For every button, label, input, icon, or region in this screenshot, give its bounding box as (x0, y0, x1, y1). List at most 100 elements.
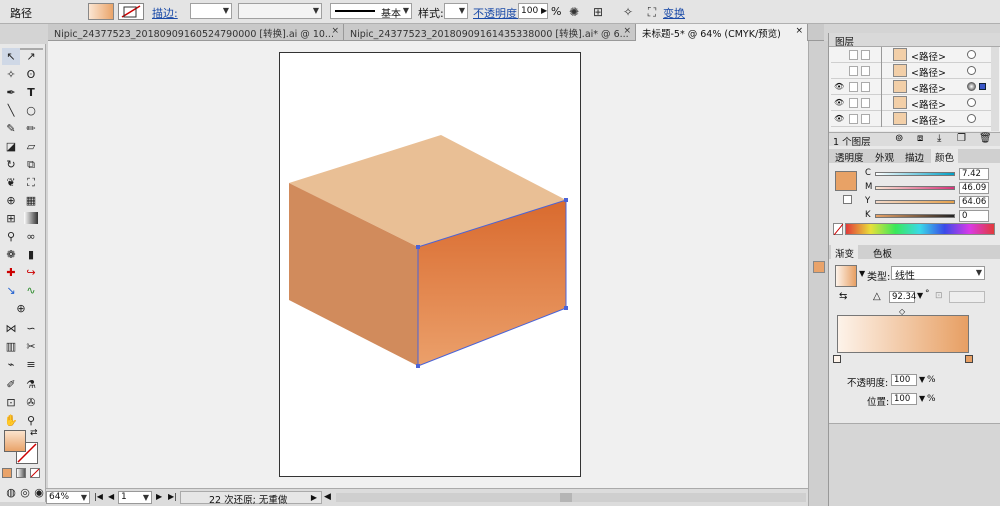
tab-transparency[interactable]: 透明度 (831, 149, 868, 164)
eyedropper-alt-icon[interactable]: ✇ (22, 394, 40, 411)
gradient-thumbnail[interactable] (835, 265, 857, 287)
new-layer-icon[interactable]: ❐ (957, 133, 966, 144)
chart-tool-icon[interactable]: ▥ (2, 338, 20, 355)
layers-scrollbar[interactable] (991, 47, 999, 131)
layers-panel-title[interactable]: 图层 (831, 33, 858, 48)
target-icon[interactable] (967, 98, 976, 107)
blob-brush-tool-icon[interactable]: ◪ (2, 138, 20, 155)
lock-toggle[interactable] (849, 66, 858, 76)
gradient-type-dropdown[interactable]: 线性 ▼ (891, 266, 985, 282)
target-icon[interactable] (967, 114, 976, 123)
swap-colors-icon[interactable]: ⇄ (30, 428, 38, 438)
style-dropdown[interactable]: ▼ (444, 3, 468, 19)
angle-input[interactable]: 92.34 (889, 291, 916, 303)
warp-tool-icon[interactable]: ❦ (2, 174, 20, 191)
pen-tool-icon[interactable]: ✒ (2, 84, 20, 101)
gradient-slider-bar[interactable] (837, 315, 969, 353)
tab-swatches[interactable]: 色板 (869, 245, 896, 260)
color-mode-icon[interactable] (2, 468, 12, 478)
stroke-color-box[interactable] (843, 195, 852, 204)
page-dropdown[interactable]: 1 ▼ (118, 491, 152, 504)
last-page-icon[interactable]: ▶| (168, 492, 177, 501)
close-icon[interactable]: × (623, 26, 631, 36)
layer-row[interactable]: 👁 <路径> (831, 79, 997, 95)
lock-toggle[interactable] (849, 114, 858, 124)
mesh-tool-icon[interactable]: ⊞ (2, 210, 20, 227)
transform-link[interactable]: 变换 (663, 5, 685, 21)
tab-color[interactable]: 颜色 (931, 149, 959, 164)
tab-stroke[interactable]: 描边 (901, 149, 928, 164)
stroke-link[interactable]: 描边: (152, 5, 178, 21)
line-tool-icon[interactable]: ╲ (2, 102, 20, 119)
tab-document-3[interactable]: 未标题-5* @ 64% (CMYK/预览) × (636, 24, 808, 41)
status-info[interactable]: 22 次还原; 无重做 ▶ (180, 491, 322, 506)
visibility-toggle[interactable] (861, 98, 870, 108)
channel-value-input[interactable]: 0 (959, 210, 989, 222)
zoom-dropdown[interactable]: 64% ▼ (46, 491, 90, 504)
target-icon[interactable] (967, 50, 976, 59)
knife-tool-icon[interactable]: ⌁ (2, 356, 20, 373)
gradient-thumb-arrow-icon[interactable]: ▼ (859, 269, 865, 278)
layer-row[interactable]: <路径> (831, 63, 997, 79)
opacity-link[interactable]: 不透明度: (473, 5, 521, 21)
smooth-tool-icon[interactable]: ∿ (22, 282, 40, 299)
perspective-grid-tool-icon[interactable]: ▦ (22, 192, 40, 209)
artboard-tool-icon[interactable]: ⋈ (2, 320, 20, 337)
gradient-mode-icon[interactable] (16, 468, 26, 478)
next-page-icon[interactable]: ▶ (156, 492, 162, 501)
fill-color-swatch-front[interactable] (4, 430, 26, 452)
symbol-sprayer-tool-icon[interactable]: ❁ (2, 246, 20, 263)
prev-page-icon[interactable]: ◀ (108, 492, 114, 501)
selection-tool-icon[interactable]: ↖ (2, 48, 20, 65)
artboard[interactable] (279, 52, 581, 477)
eye-icon[interactable] (834, 66, 844, 76)
crop-tool-icon[interactable]: ⊡ (2, 394, 20, 411)
type-tool-icon[interactable]: T (22, 84, 40, 101)
gradient-tool-icon[interactable] (24, 212, 38, 224)
paintbrush-tool-icon[interactable]: ✎ (2, 120, 20, 137)
zoom-tool-icon[interactable]: ⚲ (22, 412, 40, 429)
visibility-toggle[interactable] (861, 114, 870, 124)
ellipse-tool-icon[interactable]: ○ (22, 102, 40, 119)
scroll-left-icon[interactable]: ◀ (324, 492, 331, 502)
tab-gradient[interactable]: 渐变 (831, 245, 859, 260)
curvature-tool-icon[interactable]: ↪ (22, 264, 40, 281)
eyedropper-tool-icon[interactable]: ⚲ (2, 228, 20, 245)
hand-scissors-icon[interactable]: ✂ (22, 338, 40, 355)
blend-tool-icon[interactable]: ∞ (22, 228, 40, 245)
eraser-tool-icon[interactable]: ▱ (22, 138, 40, 155)
reverse-gradient-icon[interactable]: ⇆ (839, 291, 847, 302)
crosshair-icon[interactable]: ⊕ (12, 300, 30, 317)
eye-icon[interactable] (834, 50, 844, 60)
channel-value-input[interactable]: 64.06 (959, 196, 989, 208)
stop-opacity-arrow-icon[interactable]: ▼ (919, 375, 925, 384)
shape-builder-tool-icon[interactable]: ⊕ (2, 192, 20, 209)
new-sublayer-icon[interactable]: ⤓ (937, 133, 941, 144)
eye-icon[interactable]: 👁 (834, 114, 844, 124)
paint-bucket-tool-icon[interactable]: ⚗ (22, 376, 40, 393)
measure-tool-icon[interactable]: ✐ (2, 376, 20, 393)
align-icon[interactable]: ⊞ (590, 4, 606, 20)
scrollbar-thumb[interactable] (560, 493, 572, 502)
stop-location-arrow-icon[interactable]: ▼ (919, 394, 925, 403)
rotate-tool-icon[interactable]: ↻ (2, 156, 20, 173)
stroke-weight-dropdown[interactable]: ▼ (190, 3, 232, 19)
column-graph-tool-icon[interactable]: ▮ (22, 246, 40, 263)
anchor-convert-icon[interactable]: ↘ (2, 282, 20, 299)
channel-value-input[interactable]: 46.09 (959, 182, 989, 194)
lasso-tool-icon[interactable]: ʘ (22, 66, 40, 83)
document-canvas[interactable] (48, 41, 824, 488)
add-anchor-point-icon[interactable]: ✚ (2, 264, 20, 281)
stop-opacity-input[interactable]: 100 (891, 374, 917, 386)
none-color-box[interactable] (833, 223, 844, 236)
direct-selection-tool-icon[interactable]: ↗ (22, 48, 40, 65)
tab-appearance[interactable]: 外观 (871, 149, 898, 164)
lock-toggle[interactable] (849, 50, 858, 60)
fill-swatch[interactable] (88, 3, 114, 20)
first-page-icon[interactable]: |◀ (94, 492, 103, 501)
transform-icon[interactable]: ⛶ (644, 4, 660, 20)
magic-wand-tool-icon[interactable]: ✧ (2, 66, 20, 83)
gradient-stop-end[interactable] (965, 355, 973, 363)
layer-row[interactable]: 👁 <路径> (831, 95, 997, 111)
delete-layer-icon[interactable]: 🗑 (979, 133, 992, 144)
